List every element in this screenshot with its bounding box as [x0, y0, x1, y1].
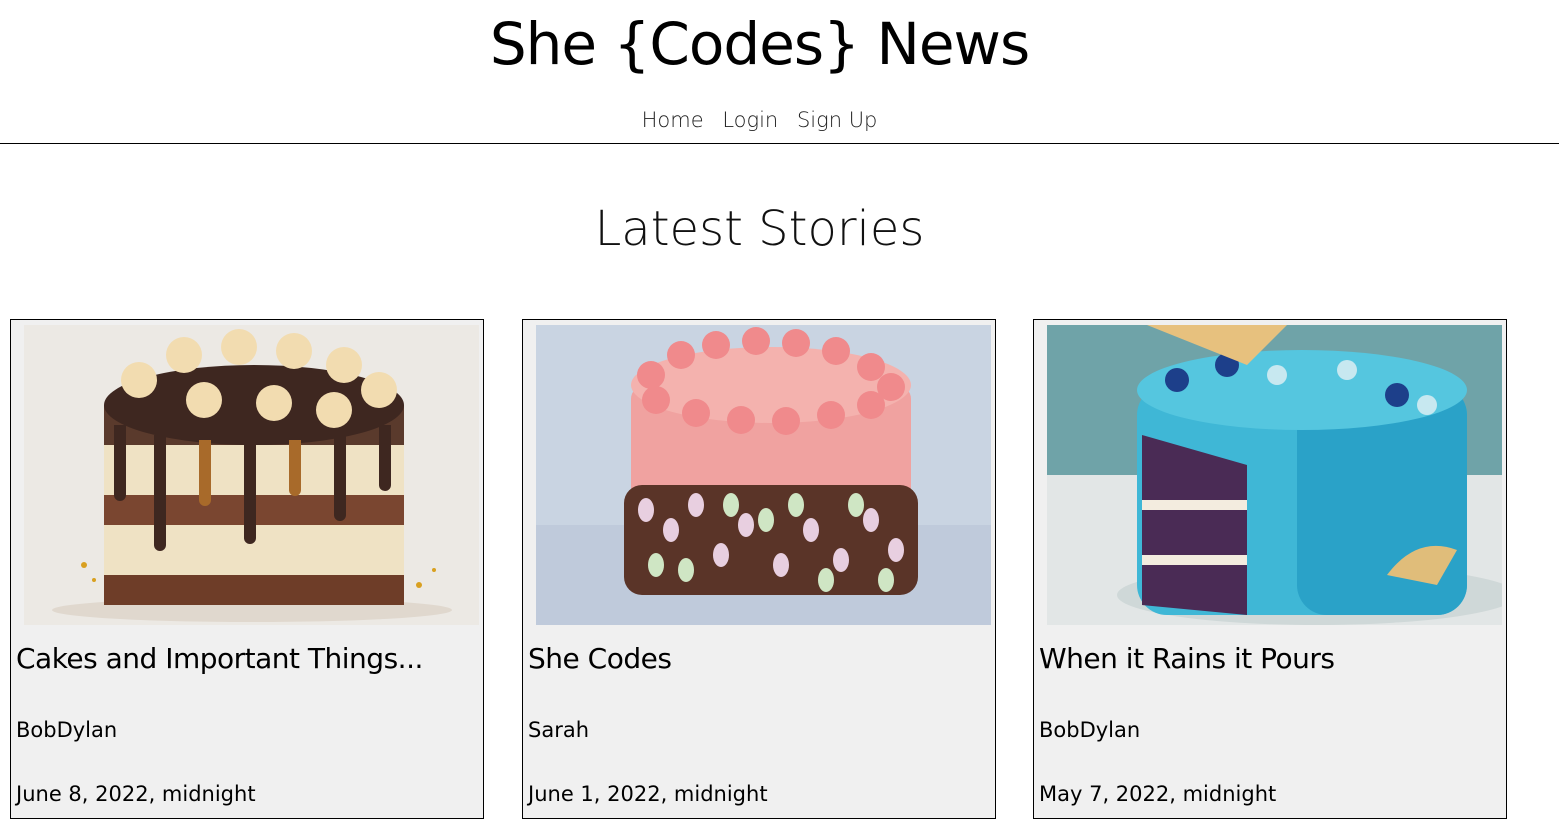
story-card[interactable]: When it Rains it Pours BobDylan May 7, 2…	[1033, 319, 1507, 819]
site-header: She {Codes} News Home Login Sign Up	[0, 0, 1559, 144]
nav-login-link[interactable]: Login	[722, 108, 778, 132]
main-nav: Home Login Sign Up	[0, 106, 1519, 134]
story-title[interactable]: When it Rains it Pours	[1039, 639, 1335, 679]
story-image-mermaid-blue-cake[interactable]	[1047, 325, 1502, 625]
site-title: She {Codes} News	[489, 10, 1030, 78]
story-date: June 8, 2022, midnight	[16, 782, 256, 806]
story-author: BobDylan	[16, 718, 118, 742]
story-date: June 1, 2022, midnight	[528, 782, 768, 806]
story-card[interactable]: Cakes and Important Things... BobDylan J…	[10, 319, 484, 819]
nav-home-link[interactable]: Home	[642, 108, 704, 132]
story-image-chocolate-drip-cake[interactable]	[24, 325, 479, 625]
story-image-pink-buttercream-cake[interactable]	[536, 325, 991, 625]
story-title[interactable]: Cakes and Important Things...	[16, 639, 423, 679]
story-title[interactable]: She Codes	[528, 639, 672, 679]
story-card[interactable]: She Codes Sarah June 1, 2022, midnight	[522, 319, 996, 819]
nav-signup-link[interactable]: Sign Up	[797, 108, 877, 132]
story-author: Sarah	[528, 718, 590, 742]
latest-stories-heading: Latest Stories	[594, 201, 925, 257]
story-author: BobDylan	[1039, 718, 1141, 742]
story-date: May 7, 2022, midnight	[1039, 782, 1277, 806]
